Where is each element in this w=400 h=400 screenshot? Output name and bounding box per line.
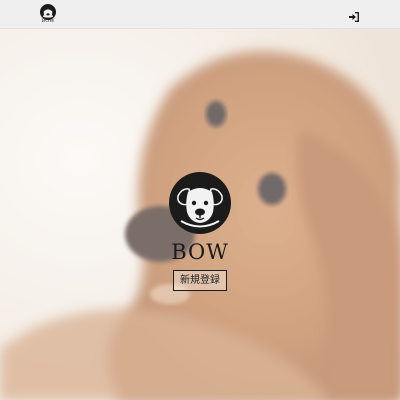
- brand-block: BOW 新規登録: [0, 172, 400, 291]
- top-navbar: BOW: [0, 0, 400, 29]
- hero-section: BOW 新規登録: [0, 29, 400, 400]
- sign-in-icon[interactable]: [348, 8, 360, 22]
- dog-face-logo-icon: [169, 172, 231, 234]
- logo-text: BOW: [41, 18, 55, 24]
- home-logo-link[interactable]: BOW: [40, 4, 56, 26]
- signup-button[interactable]: 新規登録: [173, 270, 227, 291]
- brand-name: BOW: [171, 240, 229, 264]
